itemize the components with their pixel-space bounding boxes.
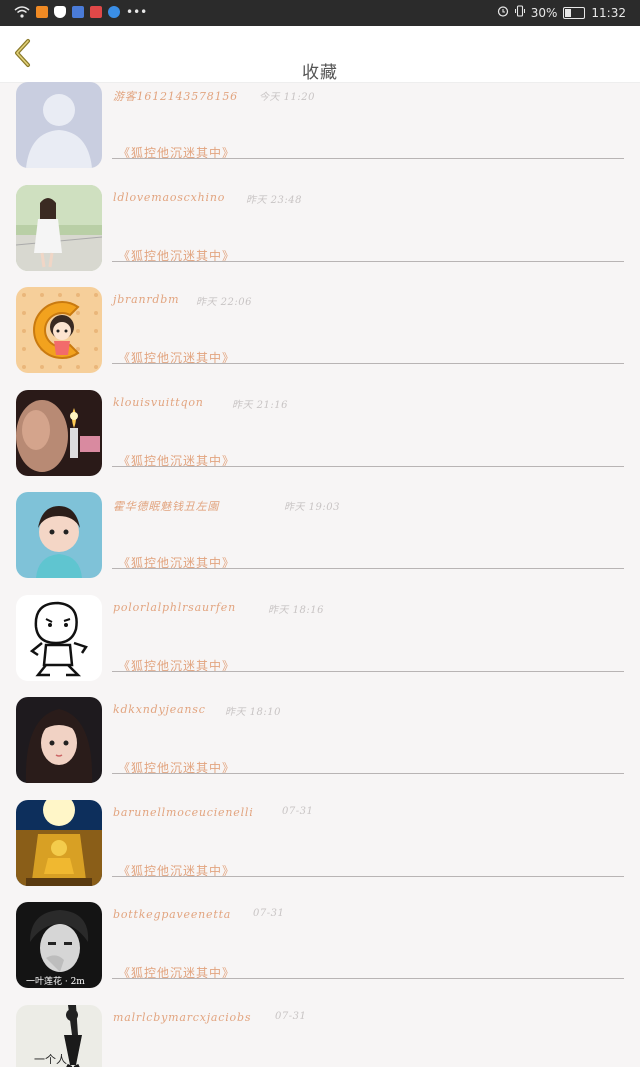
avatar[interactable] xyxy=(16,697,102,783)
avatar[interactable] xyxy=(16,184,102,271)
row-divider xyxy=(112,260,624,262)
timestamp: 昨天 23:48 xyxy=(246,194,302,206)
username: 霍华德眠魅钱丑左園 xyxy=(113,500,220,513)
username: barunellmoceucienelli xyxy=(113,805,254,819)
timestamp: 昨天 18:10 xyxy=(225,707,281,718)
row-divider xyxy=(112,978,624,979)
avatar-caption: 一叶莲花 · 2m xyxy=(26,975,85,987)
shield-icon xyxy=(54,6,66,18)
row-divider xyxy=(112,670,624,672)
list-item[interactable]: 游客1612143578156 今天 11:20 《狐控他沉迷其中》 xyxy=(0,82,640,175)
battery-percent: 30% xyxy=(530,5,558,20)
timestamp: 昨天 19:03 xyxy=(284,502,340,513)
status-bar: ••• 30% 11:32 xyxy=(0,0,640,26)
wifi-icon xyxy=(14,6,30,18)
battery-icon xyxy=(563,6,586,19)
username: jbranrdbm xyxy=(113,293,180,306)
row-divider xyxy=(112,875,624,877)
more-icon: ••• xyxy=(126,5,148,19)
username: klouisvuittqon xyxy=(113,395,204,409)
timestamp: 昨天 22:06 xyxy=(196,297,252,308)
timestamp: 昨天 21:16 xyxy=(232,399,288,411)
list-item[interactable]: ldlovemaoscxhino 昨天 23:48 《狐控他沉迷其中》 xyxy=(0,175,640,278)
username: 游客1612143578156 xyxy=(113,90,238,103)
clock: 11:32 xyxy=(591,5,626,20)
app-icon-blue xyxy=(72,6,84,18)
avatar[interactable] xyxy=(16,594,102,681)
alarm-icon xyxy=(497,5,509,20)
avatar[interactable] xyxy=(16,492,102,578)
timestamp: 07-31 xyxy=(253,908,285,919)
page-title: 收藏 xyxy=(302,63,338,83)
avatar[interactable] xyxy=(16,389,102,476)
timestamp: 今天 11:20 xyxy=(259,92,315,103)
app-header: 收藏 xyxy=(0,26,640,83)
row-divider xyxy=(112,465,624,467)
avatar[interactable]: 一个人 xyxy=(16,1004,102,1067)
username: ldlovemaoscxhino xyxy=(113,190,226,204)
app-icon-location xyxy=(108,6,120,18)
app-icon-orange xyxy=(36,6,48,18)
username: bottkegpaveenetta xyxy=(113,908,232,921)
timestamp: 昨天 18:16 xyxy=(268,604,324,616)
avatar[interactable]: 一叶莲花 · 2m xyxy=(16,902,102,988)
list-item[interactable]: polorlalphlrsaurfen 昨天 18:16 《狐控他沉迷其中》 xyxy=(0,585,640,688)
username: kdkxndyjeansc xyxy=(113,703,206,716)
list-item[interactable]: jbranrdbm 昨天 22:06 《狐控他沉迷其中》 xyxy=(0,277,640,380)
list-item[interactable]: klouisvuittqon 昨天 21:16 《狐控他沉迷其中》 xyxy=(0,380,640,483)
avatar[interactable] xyxy=(16,799,102,886)
timestamp: 07-31 xyxy=(275,1010,307,1022)
username: polorlalphlrsaurfen xyxy=(113,600,236,614)
username: malrlcbymarcxjaciobs xyxy=(113,1010,252,1024)
timestamp: 07-31 xyxy=(282,805,314,817)
list-item[interactable]: kdkxndyjeansc 昨天 18:10 《狐控他沉迷其中》 xyxy=(0,687,640,790)
row-divider xyxy=(112,568,624,569)
avatar-caption: 一个人 xyxy=(34,1053,67,1066)
list-item[interactable]: 一叶莲花 · 2m bottkegpaveenetta 07-31 《狐控他沉迷其中》 xyxy=(0,892,640,995)
status-bar-system: 30% 11:32 xyxy=(497,5,626,20)
app-icon-red xyxy=(90,6,102,18)
list-item[interactable]: barunellmoceucienelli 07-31 《狐控他沉迷其中》 xyxy=(0,790,640,893)
list-item[interactable]: 霍华德眠魅钱丑左園 昨天 19:03 《狐控他沉迷其中》 xyxy=(0,482,640,585)
avatar[interactable] xyxy=(16,82,102,168)
favorites-list: 游客1612143578156 今天 11:20 《狐控他沉迷其中》 ldlovema… xyxy=(0,82,640,1067)
list-item[interactable]: 一个人malrlcbymarcxjaciobs07-31《狐控他沉迷其中》 xyxy=(0,995,640,1067)
row-divider xyxy=(112,158,624,159)
avatar[interactable] xyxy=(16,287,102,373)
vibrate-icon xyxy=(514,5,525,20)
status-bar-notifications: ••• xyxy=(14,5,147,19)
row-divider xyxy=(112,773,624,774)
row-divider xyxy=(112,363,624,364)
